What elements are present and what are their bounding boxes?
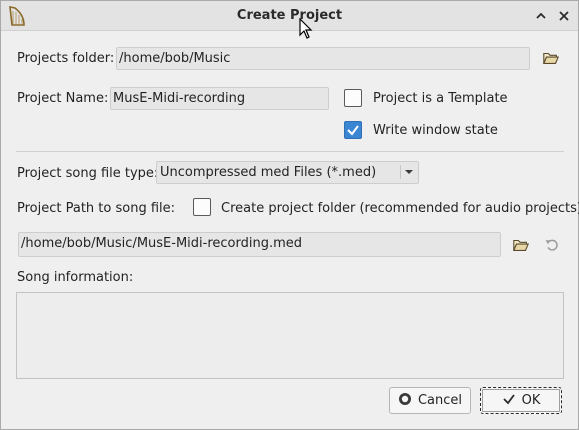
song-file-type-select[interactable]: Uncompressed med Files (*.med) — [156, 161, 419, 184]
cancel-button[interactable]: Cancel — [389, 387, 471, 414]
close-icon[interactable] — [556, 8, 572, 24]
song-file-type-value: Uncompressed med Files (*.med) — [160, 165, 377, 180]
separator — [16, 151, 564, 152]
song-folder-open-icon[interactable] — [511, 235, 531, 255]
project-name-label: Project Name: — [17, 91, 109, 106]
song-path-field[interactable]: /home/bob/Music/MusE-Midi-recording.med — [18, 232, 501, 257]
projects-folder-field[interactable]: /home/bob/Music — [116, 47, 530, 70]
undo-icon[interactable] — [542, 235, 562, 255]
cancel-icon — [398, 392, 412, 410]
projects-folder-label: Projects folder: — [17, 51, 115, 66]
ok-button[interactable]: OK — [480, 387, 562, 414]
project-name-field[interactable]: MusE-Midi-recording — [110, 87, 329, 110]
cancel-label: Cancel — [417, 393, 463, 408]
window-title: Create Project — [236, 8, 343, 23]
folder-open-icon[interactable] — [541, 48, 561, 68]
create-folder-label: Create project folder (recommended for a… — [221, 201, 579, 216]
song-file-type-label: Project song file type: — [17, 166, 159, 181]
create-folder-checkbox[interactable] — [193, 198, 211, 216]
write-window-state-checkbox[interactable] — [344, 121, 362, 139]
chevron-down-icon — [400, 165, 414, 179]
song-info-textarea[interactable] — [16, 292, 564, 379]
chevron-up-icon[interactable] — [533, 8, 549, 24]
checkmark-icon — [502, 392, 516, 410]
mouse-cursor-icon — [299, 17, 313, 40]
ok-label: OK — [521, 393, 541, 408]
create-project-dialog: Create Project Projects folder: /home/bo… — [0, 0, 579, 430]
song-info-label: Song information: — [17, 270, 134, 285]
template-checkbox[interactable] — [344, 89, 362, 107]
path-to-song-label: Project Path to song file: — [17, 201, 176, 216]
write-window-state-label: Write window state — [373, 123, 498, 138]
template-checkbox-label: Project is a Template — [373, 91, 508, 106]
title-bar[interactable]: Create Project — [1, 1, 578, 31]
